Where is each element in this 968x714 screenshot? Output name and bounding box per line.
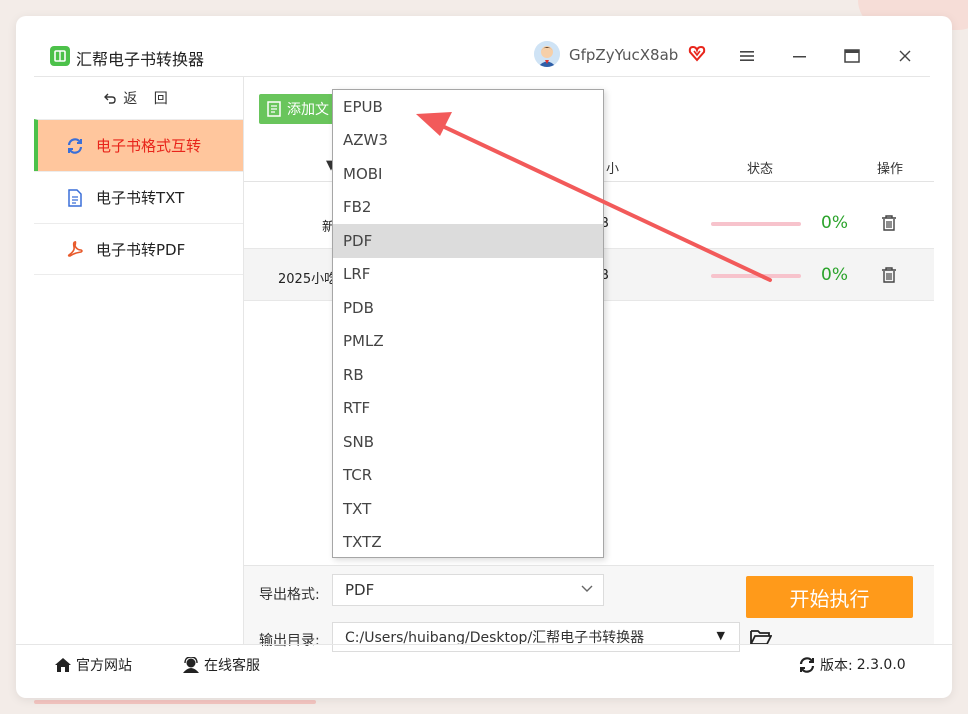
format-option-mobi[interactable]: MOBI <box>333 157 603 191</box>
format-option-pmlz[interactable]: PMLZ <box>333 325 603 359</box>
sidebar-item-to-pdf[interactable]: 电子书转PDF <box>34 223 243 275</box>
format-option-epub[interactable]: EPUB <box>333 90 603 124</box>
delete-icon[interactable] <box>881 266 899 284</box>
format-option-pdf[interactable]: PDF <box>333 224 603 258</box>
back-arrow-icon <box>104 93 116 104</box>
format-option-txtz[interactable]: TXTZ <box>333 526 603 560</box>
format-option-fb2[interactable]: FB2 <box>333 191 603 225</box>
file-name: 2025小吃 <box>278 272 338 287</box>
username[interactable]: GfpZyYucX8ab <box>569 46 678 64</box>
format-option-lrf[interactable]: LRF <box>333 258 603 292</box>
output-format-value: PDF <box>345 581 375 599</box>
delete-icon[interactable] <box>881 214 899 232</box>
version-value: 2.3.0.0 <box>856 657 906 673</box>
sidebar-item-label: 电子书格式互转 <box>96 137 202 155</box>
progress-percent: 0% <box>821 213 848 233</box>
menu-icon[interactable] <box>737 46 757 66</box>
format-option-azw3[interactable]: AZW3 <box>333 124 603 158</box>
version-info: 版本: 2.3.0.0 <box>798 655 906 675</box>
column-status-header: 状态 <box>747 162 774 177</box>
file-add-icon <box>267 101 281 117</box>
column-size-header: 小 <box>606 162 620 177</box>
progress-bar <box>711 274 801 278</box>
avatar[interactable] <box>534 41 560 67</box>
vip-heart-icon[interactable] <box>688 44 706 62</box>
official-website-link[interactable]: 官方网站 <box>54 655 132 675</box>
start-button[interactable]: 开始执行 <box>746 576 913 618</box>
format-option-rb[interactable]: RB <box>333 358 603 392</box>
support-label: 在线客服 <box>204 658 260 674</box>
close-button[interactable] <box>895 46 915 66</box>
output-settings-panel: 导出格式: PDF 输出目录: C:/Users/huibang/Desktop… <box>244 565 934 652</box>
format-option-pdb[interactable]: PDB <box>333 291 603 325</box>
refresh-icon <box>799 657 815 673</box>
version-label: 版本: <box>820 658 853 674</box>
sidebar-item-label: 电子书转TXT <box>96 189 185 207</box>
progress-percent: 0% <box>821 265 848 285</box>
app-logo-icon <box>50 46 70 66</box>
website-label: 官方网站 <box>76 658 132 674</box>
minimize-button[interactable] <box>790 46 810 66</box>
footer: 官方网站 在线客服 版本: 2.3.0.0 <box>16 644 952 698</box>
app-title: 汇帮电子书转换器 <box>76 50 205 69</box>
progress-fill <box>711 274 801 278</box>
document-icon <box>66 188 84 207</box>
add-file-label: 添加文 <box>287 102 329 118</box>
back-label: 返 回 <box>123 91 174 107</box>
back-button[interactable]: 返 回 <box>34 77 243 119</box>
home-icon <box>55 658 71 672</box>
background-decoration-line <box>34 700 316 704</box>
output-format-select[interactable]: PDF <box>332 574 604 606</box>
format-option-tcr[interactable]: TCR <box>333 459 603 493</box>
format-option-txt[interactable]: TXT <box>333 492 603 526</box>
progress-fill <box>711 222 801 226</box>
online-support-link[interactable]: 在线客服 <box>182 655 260 675</box>
maximize-button[interactable] <box>842 46 862 66</box>
refresh-icon <box>66 137 84 155</box>
output-format-label: 导出格式: <box>259 587 320 603</box>
support-icon <box>183 657 199 673</box>
format-option-rtf[interactable]: RTF <box>333 392 603 426</box>
sidebar-item-label: 电子书转PDF <box>96 240 186 259</box>
sidebar-item-to-txt[interactable]: 电子书转TXT <box>34 171 243 223</box>
caret-down-icon[interactable]: ▼ <box>717 629 725 642</box>
column-action-header: 操作 <box>877 162 904 177</box>
title-bar: 汇帮电子书转换器 GfpZyYucX8ab <box>16 16 952 76</box>
pdf-icon <box>66 240 84 258</box>
sidebar-item-format-convert[interactable]: 电子书格式互转 <box>34 119 243 171</box>
format-dropdown-list[interactable]: EPUB AZW3 MOBI FB2 PDF LRF PDB PMLZ RB R… <box>332 89 604 558</box>
format-option-snb[interactable]: SNB <box>333 425 603 459</box>
chevron-down-icon <box>581 583 593 596</box>
progress-bar <box>711 222 801 226</box>
sidebar: 返 回 电子书格式互转 电子书转TXT 电子书转PDF <box>34 77 244 644</box>
